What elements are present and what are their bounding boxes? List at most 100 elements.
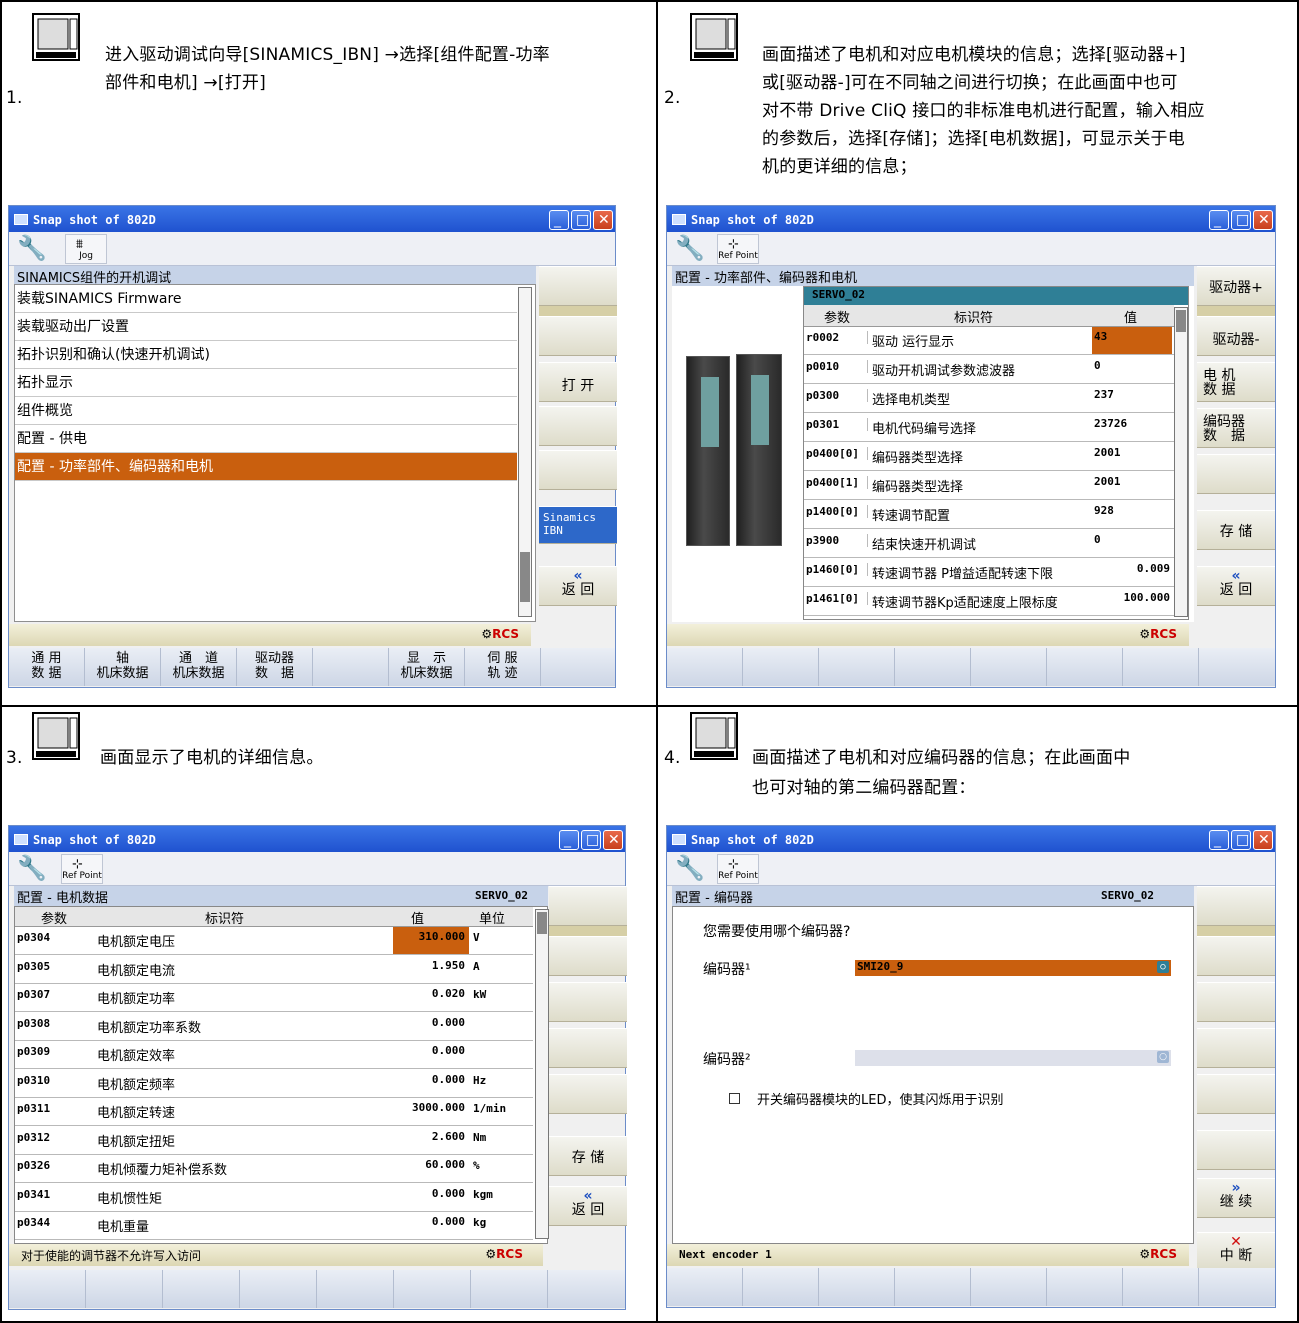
ref-point-button[interactable]: ⊹ Ref Point [717,234,759,264]
ref-point-button[interactable]: ⊹ Ref Point [61,854,103,884]
list-item[interactable]: 装载SINAMICS Firmware [15,285,517,313]
channel-md-button[interactable]: 通 道机床数据 [161,648,237,686]
back-button[interactable]: «返 回 [1197,566,1275,606]
softkey-empty[interactable] [1197,1028,1275,1068]
softkey-empty[interactable] [539,406,617,446]
empty-button[interactable] [819,648,895,686]
table-row[interactable]: p0300 选择电机类型 237 [804,385,1174,413]
empty-button[interactable] [471,1270,548,1308]
table-row[interactable]: p3900 结束快速开机调试 0 [804,530,1174,558]
empty-button[interactable] [743,1268,819,1306]
empty-button[interactable] [313,648,389,686]
table-row[interactable]: p0308 电机额定功率系数 0.000 [15,1013,533,1041]
maximize-button[interactable]: □ [1231,210,1251,230]
empty-button[interactable] [667,648,743,686]
scrollbar[interactable] [518,287,532,617]
softkey-empty[interactable] [549,982,627,1022]
list-item[interactable]: 拓扑显示 [15,369,517,397]
empty-button[interactable] [240,1270,317,1308]
value-cell[interactable]: 928 [1092,501,1172,528]
value-cell[interactable]: 2001 [1092,472,1172,499]
table-row[interactable]: p1400[0] 转速调节配置 928 [804,501,1174,529]
value-cell[interactable]: 0.000 [393,1212,469,1239]
maximize-button[interactable]: □ [581,830,601,850]
softkey-empty[interactable] [549,936,627,976]
led-checkbox[interactable] [729,1093,740,1104]
scrollbar[interactable] [535,909,549,1239]
dropdown-icon[interactable]: ○ [1157,1051,1169,1063]
back-button[interactable]: «返 回 [549,1186,627,1226]
softkey-empty[interactable] [1197,936,1275,976]
value-cell[interactable]: 2.600 [393,1127,469,1154]
value-cell[interactable]: 0.000 [393,1070,469,1097]
value-cell[interactable]: 2001 [1092,443,1172,470]
value-cell[interactable]: 60.000 [393,1155,469,1182]
list-item-selected[interactable]: 配置 - 功率部件、编码器和电机 [15,453,517,481]
close-button[interactable]: ✕ [603,830,623,850]
value-cell[interactable]: 100.000 [1092,588,1172,615]
empty-button[interactable] [317,1270,394,1308]
table-row[interactable]: p0310 电机额定频率 0.000 Hz [15,1070,533,1098]
back-button[interactable]: «返 回 [539,566,617,606]
maximize-button[interactable]: □ [571,210,591,230]
softkey-empty[interactable] [1197,982,1275,1022]
value-cell[interactable]: 3000.000 [393,1098,469,1125]
value-cell[interactable]: 1.950 [393,956,469,983]
drive-data-button[interactable]: 驱动器数 据 [237,648,313,686]
value-cell[interactable]: 0 [1092,530,1172,557]
value-cell[interactable]: 0 [1092,356,1172,383]
value-cell[interactable]: 0.000 [393,1041,469,1068]
softkey-empty[interactable] [1197,1074,1275,1114]
softkey-empty[interactable] [539,316,617,356]
scrollbar-thumb[interactable] [537,912,547,934]
table-row[interactable]: p0010 驱动开机调试参数滤波器 0 [804,356,1174,384]
value-cell[interactable]: 237 [1092,385,1172,412]
close-button[interactable]: ✕ [593,210,613,230]
general-data-button[interactable]: 通 用数 据 [9,648,85,686]
empty-button[interactable] [9,1270,86,1308]
table-row[interactable]: r0002 驱动 运行显示 43 [804,327,1174,355]
store-button[interactable]: 存 储 [1197,510,1275,550]
softkey-empty[interactable] [1197,886,1275,926]
table-row[interactable]: p0305 电机额定电流 1.950 A [15,956,533,984]
close-button[interactable]: ✕ [1253,830,1273,850]
sinamics-ibn-button[interactable]: Sinamics IBN [539,506,617,544]
store-button[interactable]: 存 储 [549,1136,627,1176]
empty-button[interactable] [667,1268,743,1306]
value-cell[interactable]: 0.000 [393,1184,469,1211]
empty-button[interactable] [1123,648,1199,686]
servo-trace-button[interactable]: 伺 服轨 迹 [465,648,541,686]
dropdown-icon[interactable]: ○ [1157,961,1169,973]
value-cell[interactable]: 43 [1092,327,1172,354]
wrench-icon[interactable]: 🔧 [17,236,47,260]
empty-button[interactable] [895,648,971,686]
empty-button[interactable] [971,648,1047,686]
empty-button[interactable] [971,1268,1047,1306]
softkey-empty[interactable] [539,450,617,490]
softkey-empty[interactable] [549,886,627,926]
list-item[interactable]: 拓扑识别和确认(快速开机调试) [15,341,517,369]
wrench-icon[interactable]: 🔧 [675,856,705,880]
list-item[interactable]: 装载驱动出厂设置 [15,313,517,341]
table-row[interactable]: p0307 电机额定功率 0.020 kW [15,984,533,1012]
empty-button[interactable] [1047,648,1123,686]
wrench-icon[interactable]: 🔧 [675,236,705,260]
encoder-data-button[interactable]: 编码器 数 据 [1197,408,1275,448]
table-row[interactable]: p1460[0] 转速调节器 P增益适配转速下限 0.009 [804,559,1174,587]
table-row[interactable]: p0326 电机倾覆力矩补偿系数 60.000% [15,1155,533,1183]
minimize-button[interactable]: _ [1209,830,1229,850]
softkey-empty[interactable] [1197,454,1275,494]
value-cell[interactable]: 0.020 [393,984,469,1011]
softkey-empty[interactable] [539,266,617,306]
table-row[interactable]: p0301 电机代码编号选择 23726 [804,414,1174,442]
list-item[interactable]: 组件概览 [15,397,517,425]
continue-button[interactable]: » 继 续 [1197,1178,1275,1218]
empty-button[interactable] [86,1270,163,1308]
motor-data-button[interactable]: 电 机 数 据 [1197,362,1275,402]
minimize-button[interactable]: _ [549,210,569,230]
value-cell[interactable]: 0.000 [393,1013,469,1040]
empty-button[interactable] [743,648,819,686]
table-row[interactable]: p0309 电机额定效率 0.000 [15,1041,533,1069]
table-row[interactable]: p1461[0] 转速调节器Kp适配速度上限标度 100.000 [804,588,1174,616]
axis-md-button[interactable]: 轴机床数据 [85,648,161,686]
